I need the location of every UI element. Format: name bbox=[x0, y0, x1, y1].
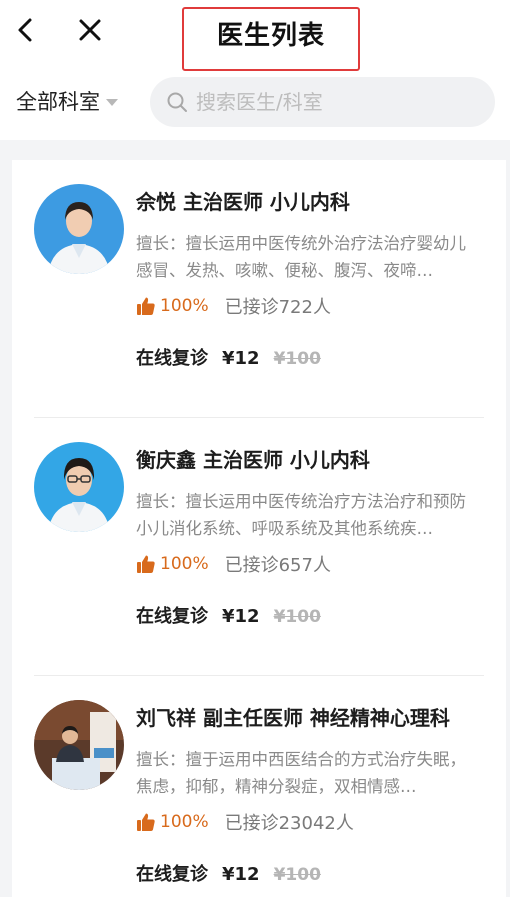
doctor-name: 衡庆鑫 主治医师 小儿内科 bbox=[136, 448, 370, 472]
rating-percent: 100% bbox=[160, 296, 209, 316]
served-count: 已接诊23042人 bbox=[224, 813, 354, 834]
rating-percent: 100% bbox=[160, 812, 209, 832]
doctor-avatar bbox=[34, 184, 124, 274]
consult-label: 在线复诊 bbox=[136, 606, 208, 627]
doctor-stats: 100% 已接诊722人 bbox=[136, 293, 331, 319]
served-count: 已接诊722人 bbox=[224, 297, 331, 318]
search-box[interactable] bbox=[150, 77, 495, 127]
doctor-card[interactable]: 衡庆鑫 主治医师 小儿内科 擅长：擅长运用中医传统治疗方法治疗和预防小儿消化系统… bbox=[12, 418, 506, 676]
rating-percent: 100% bbox=[160, 554, 209, 574]
doctor-avatar bbox=[34, 442, 124, 532]
doctor-card[interactable]: 佘悦 主治医师 小儿内科 擅长：擅长运用中医传统外治疗法治疗婴幼儿感冒、发热、咳… bbox=[12, 160, 506, 418]
caret-down-icon bbox=[106, 98, 118, 106]
doctor-specialty: 擅长：擅长运用中医传统治疗方法治疗和预防小儿消化系统、呼吸系统及其他系统疾… bbox=[136, 492, 466, 538]
original-price: ¥100 bbox=[273, 607, 321, 627]
price-row: 在线复诊 ¥12 ¥100 bbox=[136, 860, 321, 886]
title-highlight: 医生列表 bbox=[182, 7, 360, 71]
chevron-left-icon[interactable] bbox=[10, 14, 42, 46]
price-row: 在线复诊 ¥12 ¥100 bbox=[136, 344, 321, 370]
doctor-name: 刘飞祥 副主任医师 神经精神心理科 bbox=[136, 706, 450, 730]
price-row: 在线复诊 ¥12 ¥100 bbox=[136, 602, 321, 628]
department-selector[interactable]: 全部科室 bbox=[16, 86, 118, 116]
doctor-stats: 100% 已接诊657人 bbox=[136, 551, 331, 577]
search-input[interactable] bbox=[196, 90, 476, 114]
doctor-stats: 100% 已接诊23042人 bbox=[136, 809, 354, 835]
price: ¥12 bbox=[222, 606, 260, 627]
doctor-card[interactable]: 刘飞祥 副主任医师 神经精神心理科 擅长：擅于运用中西医结合的方式治疗失眠，焦虑… bbox=[12, 676, 506, 897]
search-icon bbox=[167, 92, 187, 112]
price: ¥12 bbox=[222, 348, 260, 369]
original-price: ¥100 bbox=[273, 865, 321, 885]
thumbs-up-icon bbox=[137, 297, 155, 315]
consult-label: 在线复诊 bbox=[136, 348, 208, 369]
thumbs-up-icon bbox=[137, 555, 155, 573]
doctor-list: 佘悦 主治医师 小儿内科 擅长：擅长运用中医传统外治疗法治疗婴幼儿感冒、发热、咳… bbox=[12, 160, 506, 897]
price: ¥12 bbox=[222, 864, 260, 885]
doctor-avatar bbox=[34, 700, 124, 790]
page-title: 医生列表 bbox=[216, 21, 325, 51]
department-label: 全部科室 bbox=[16, 90, 100, 114]
thumbs-up-icon bbox=[137, 813, 155, 831]
doctor-specialty: 擅长：擅于运用中西医结合的方式治疗失眠，焦虑，抑郁，精神分裂症，双相情感… bbox=[136, 750, 466, 796]
doctor-list-page: 医生列表 全部科室 搜索医生/科室 佘悦 主治医师 小儿内科 擅长：擅长运用中医… bbox=[0, 0, 510, 897]
consult-label: 在线复诊 bbox=[136, 864, 208, 885]
top-bar: 医生列表 全部科室 bbox=[0, 0, 510, 140]
doctor-name: 佘悦 主治医师 小儿内科 bbox=[136, 190, 350, 214]
original-price: ¥100 bbox=[273, 349, 321, 369]
doctor-specialty: 擅长：擅长运用中医传统外治疗法治疗婴幼儿感冒、发热、咳嗽、便秘、腹泻、夜啼… bbox=[136, 234, 466, 280]
served-count: 已接诊657人 bbox=[224, 555, 331, 576]
close-icon[interactable] bbox=[74, 14, 106, 46]
